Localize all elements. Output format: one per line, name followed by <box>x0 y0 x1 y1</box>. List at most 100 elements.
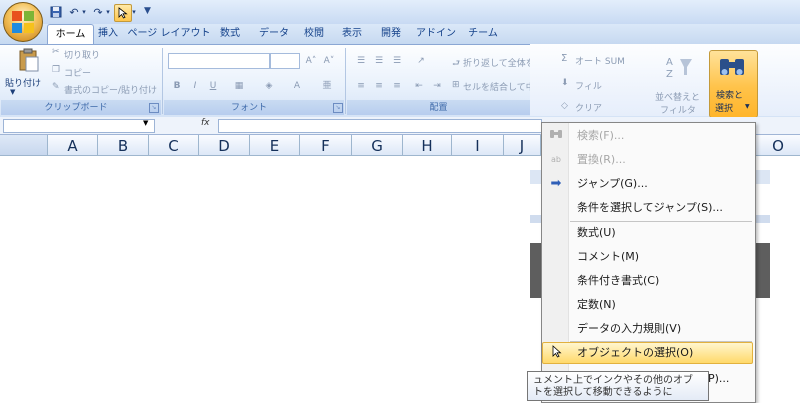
clear-button[interactable]: クリア <box>575 101 602 114</box>
underline-button[interactable]: U <box>204 78 222 94</box>
sort-filter-icon: AZ <box>664 53 694 81</box>
column-header[interactable]: O <box>756 135 800 155</box>
tooltip-line: トを選択して移動できるように <box>533 387 673 398</box>
tab-developer[interactable]: 開発 <box>377 24 405 44</box>
tab-review[interactable]: 校閲 <box>300 24 328 44</box>
menu-item-goto-special[interactable]: 条件を選択してジャンプ(S)... <box>542 197 753 219</box>
merge-icon: ⊞ <box>452 80 460 90</box>
pointer-icon <box>549 345 565 361</box>
borders-icon[interactable]: ▦ <box>230 78 248 94</box>
column-header[interactable]: F <box>300 135 352 155</box>
select-all-corner[interactable] <box>0 135 48 155</box>
tab-addins[interactable]: アドイン <box>414 24 458 44</box>
clipboard-launcher-icon[interactable]: ↘ <box>149 103 159 113</box>
align-bottom-icon[interactable]: ☰ <box>388 53 406 69</box>
column-header[interactable]: B <box>98 135 149 155</box>
name-box[interactable] <box>3 119 155 133</box>
tab-team[interactable]: チーム <box>466 24 500 44</box>
column-header[interactable]: C <box>149 135 199 155</box>
shrink-font-icon[interactable]: A˅ <box>320 53 338 69</box>
italic-button[interactable]: I <box>186 78 204 94</box>
font-group-label: フォント <box>230 103 267 113</box>
column-header[interactable]: A <box>48 135 98 155</box>
qat-customize-icon[interactable]: ▼ <box>144 6 151 16</box>
align-middle-icon[interactable]: ☰ <box>370 53 388 69</box>
sort-filter-label-1[interactable]: 並べ替えと <box>655 90 700 103</box>
menu-item-goto[interactable]: ➡ ジャンプ(G)... <box>542 173 753 195</box>
menu-item-replace[interactable]: ab 置換(R)... <box>542 149 753 171</box>
grow-font-icon[interactable]: A˄ <box>302 53 320 69</box>
fill-color-icon[interactable]: ◈ <box>260 78 278 94</box>
format-painter-icon: ✎ <box>52 82 60 92</box>
font-size-box[interactable] <box>270 53 300 69</box>
paste-dropdown-icon[interactable]: ▼ <box>10 88 15 96</box>
menu-item-label: 検索(F)... <box>577 129 625 142</box>
merge-center-button[interactable]: セルを結合して中 <box>463 80 530 93</box>
menu-item-constants[interactable]: 定数(N) <box>542 294 753 316</box>
formula-input[interactable] <box>218 119 542 133</box>
tab-formulas[interactable]: 数式 <box>216 24 244 44</box>
replace-icon: ab <box>551 155 561 164</box>
tab-data[interactable]: データ <box>256 24 292 44</box>
tooltip: ュメント上でインクやその他のオブ トを選択して移動できるように <box>527 371 709 401</box>
autosum-icon: Σ <box>561 53 568 64</box>
menu-item-label: 数式(U) <box>577 226 616 239</box>
menu-item-formulas[interactable]: 数式(U) <box>542 222 753 244</box>
column-header[interactable]: H <box>403 135 452 155</box>
tab-home[interactable]: ホーム <box>47 24 94 44</box>
align-top-icon[interactable]: ☰ <box>352 53 370 69</box>
orientation-icon[interactable]: ↗ <box>412 53 430 69</box>
menu-item-label: オブジェクトの選択(O) <box>577 346 694 359</box>
wrap-text-button[interactable]: 折り返して全体を <box>463 56 530 69</box>
svg-text:Z: Z <box>666 69 673 80</box>
phonetic-icon[interactable]: 亜 <box>318 78 336 94</box>
menu-item-find[interactable]: 検索(F)... <box>542 125 753 147</box>
cut-button[interactable]: 切り取り <box>64 48 100 61</box>
undo-dropdown-icon[interactable]: ▾ <box>80 4 88 20</box>
binoculars-icon <box>717 55 747 79</box>
sort-filter-label-2[interactable]: フィルタ <box>660 103 696 116</box>
wrap-text-icon: ⮐ <box>452 59 461 69</box>
alignment-group-label: 配置 <box>429 103 448 113</box>
autosum-button[interactable]: オート SUM <box>575 54 625 67</box>
bold-button[interactable]: B <box>168 78 186 94</box>
column-header[interactable]: I <box>452 135 504 155</box>
menu-item-label: コメント(M) <box>577 250 640 263</box>
column-header[interactable]: E <box>250 135 300 155</box>
menu-item-conditional-formatting[interactable]: 条件付き書式(C) <box>542 270 753 292</box>
group-divider <box>162 48 163 114</box>
qat-dropdown-icon[interactable]: ▾ <box>130 4 138 20</box>
tab-view[interactable]: 表示 <box>338 24 366 44</box>
align-center-icon[interactable]: ≡ <box>370 78 388 94</box>
save-icon[interactable] <box>48 4 64 20</box>
redo-dropdown-icon[interactable]: ▾ <box>104 4 112 20</box>
column-header[interactable]: G <box>352 135 403 155</box>
menu-item-select-objects[interactable]: オブジェクトの選択(O) <box>542 342 753 364</box>
align-left-icon[interactable]: ≡ <box>352 78 370 94</box>
increase-indent-icon[interactable]: ⇥ <box>428 78 446 94</box>
column-header[interactable]: D <box>199 135 250 155</box>
office-button[interactable] <box>3 2 43 42</box>
copy-button[interactable]: コピー <box>64 66 91 79</box>
copy-icon: ❐ <box>52 65 61 75</box>
fx-button[interactable]: fx <box>201 118 210 128</box>
decrease-indent-icon[interactable]: ⇤ <box>410 78 428 94</box>
format-painter-button[interactable]: 書式のコピー/貼り付け <box>64 83 157 96</box>
font-name-box[interactable] <box>168 53 270 69</box>
clear-icon: ◇ <box>561 101 568 111</box>
arrow-right-icon: ➡ <box>550 176 562 191</box>
group-divider <box>345 48 346 114</box>
menu-item-data-validation[interactable]: データの入力規則(V) <box>542 318 753 340</box>
name-box-dropdown-icon[interactable]: ▼ <box>143 119 148 127</box>
align-right-icon[interactable]: ≡ <box>388 78 406 94</box>
font-launcher-icon[interactable]: ↘ <box>333 103 343 113</box>
paste-icon[interactable] <box>18 48 40 72</box>
tab-page-layout[interactable]: ページ レイアウト <box>124 24 214 44</box>
menu-item-comments[interactable]: コメント(M) <box>542 246 753 268</box>
font-color-icon[interactable]: A <box>288 78 306 94</box>
fill-button[interactable]: フィル <box>575 79 602 92</box>
office-logo-icon <box>12 11 34 33</box>
tab-insert[interactable]: 挿入 <box>95 24 121 44</box>
column-header[interactable]: J <box>504 135 541 155</box>
menu-item-label: 置換(R)... <box>577 153 626 166</box>
